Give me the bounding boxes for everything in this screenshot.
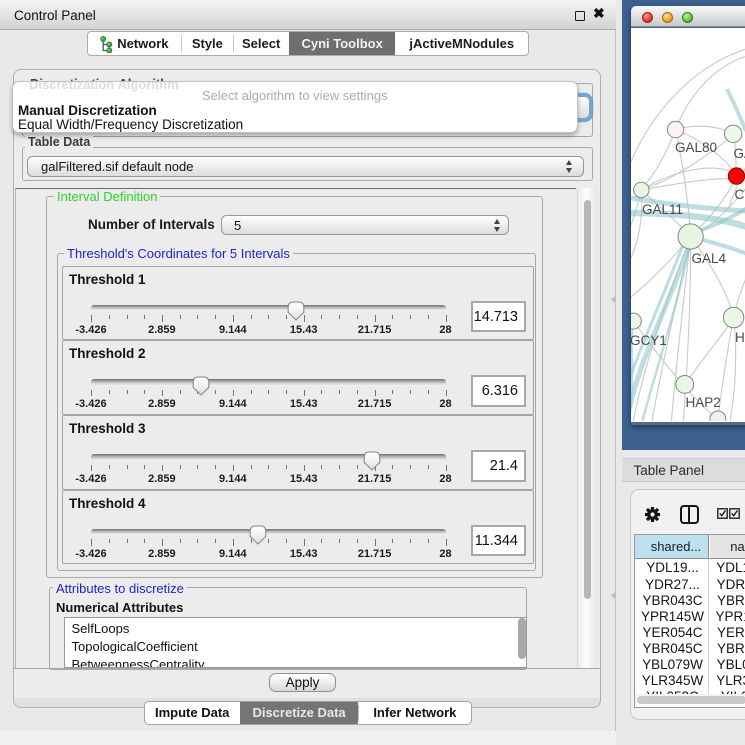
svg-text:CYC8: CYC8: [735, 187, 745, 202]
svg-text:GAL7: GAL7: [734, 146, 745, 161]
svg-text:HAP2: HAP2: [686, 395, 721, 410]
svg-text:GAL80: GAL80: [675, 140, 717, 155]
svg-text:GCY1: GCY1: [631, 333, 667, 348]
svg-text:GAL11: GAL11: [642, 202, 683, 217]
svg-text:HIS4: HIS4: [735, 330, 745, 345]
svg-text:GAL4: GAL4: [692, 251, 727, 266]
